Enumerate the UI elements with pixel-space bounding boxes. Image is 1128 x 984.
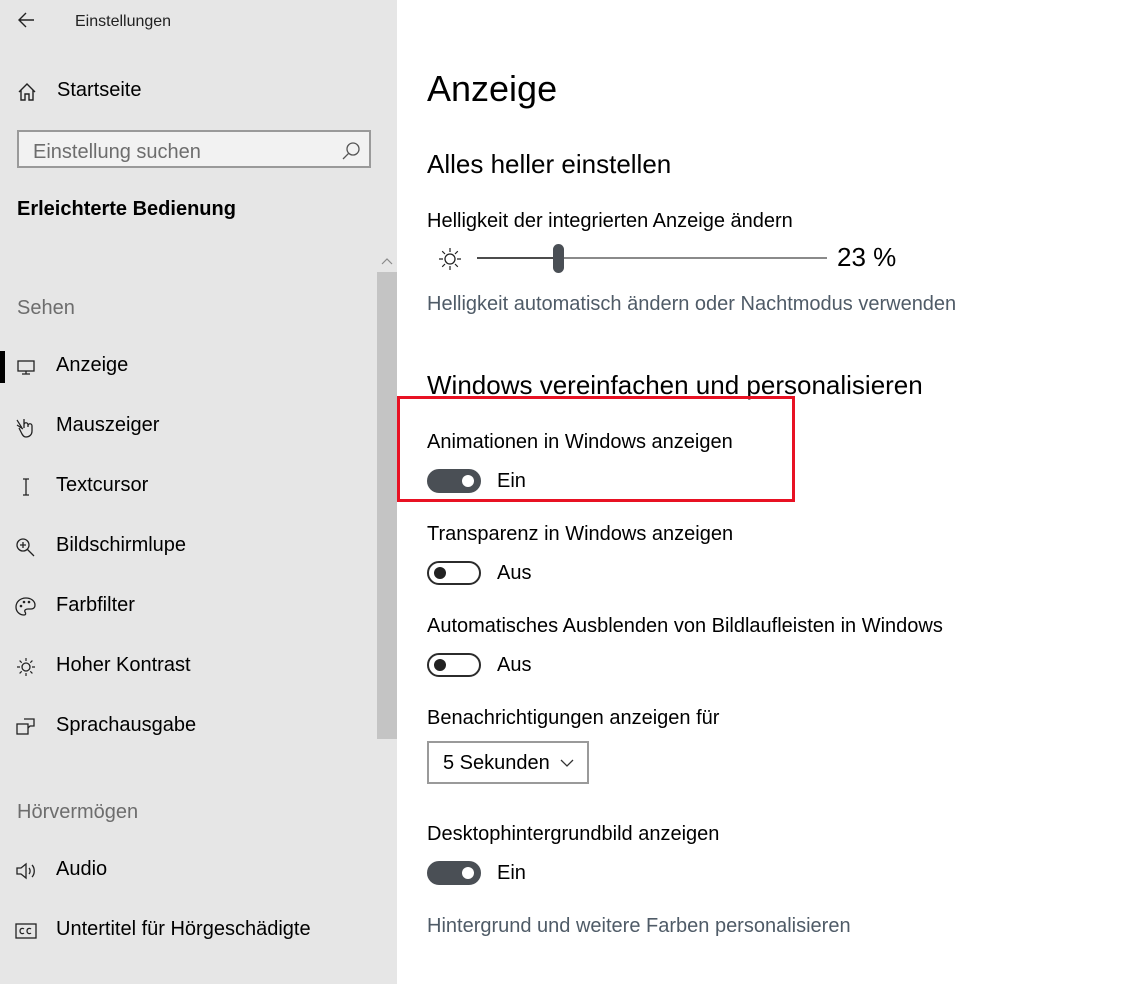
sidebar-item-label: Bildschirmlupe [56,534,187,556]
closed-captions-icon [15,923,37,939]
animations-label: Animationen in Windows anzeigen [427,431,733,453]
group-header-hoervermoegen: Hörvermögen [17,801,139,823]
scroll-up-icon[interactable] [379,254,395,268]
scrollbars-label: Automatisches Ausblenden von Bildlauflei… [427,615,943,637]
transparency-label: Transparenz in Windows anzeigen [427,523,734,545]
home-icon [18,83,36,101]
sidebar-item-farbfilter[interactable]: Farbfilter [0,583,376,631]
dropdown-value: 5 Sekunden [443,752,550,774]
page-title: Anzeige [427,68,558,109]
brightness-slider-thumb[interactable] [553,244,564,273]
sidebar-item-anzeige[interactable]: Anzeige [0,343,376,391]
animations-toggle[interactable] [427,469,481,493]
night-light-link[interactable]: Helligkeit automatisch ändern oder Nacht… [427,293,956,316]
sidebar-item-label: Mauszeiger [56,414,160,436]
animations-state: Ein [497,470,526,492]
sidebar-item-label: Anzeige [56,354,129,376]
search-icon[interactable] [341,141,361,161]
brightness-slider-fill [477,257,558,259]
brightness-label: Helligkeit der integrierten Anzeige ände… [427,210,793,232]
chevron-down-icon [560,759,574,767]
sidebar-item-label: Startseite [57,79,142,101]
monitor-icon [17,360,35,375]
scrollbar-thumb[interactable] [377,272,397,739]
sidebar-item-label: Audio [56,858,108,880]
window-title: Einstellungen [75,13,172,30]
transparency-toggle[interactable] [427,561,481,585]
wallpaper-label: Desktophintergrundbild anzeigen [427,823,720,845]
wallpaper-toggle[interactable] [427,861,481,885]
speaker-icon [16,862,35,880]
scrollbars-state: Aus [497,654,532,676]
sidebar-item-mauszeiger[interactable]: Mauszeiger [0,403,376,451]
sidebar-item-label: Untertitel für Hörgeschädigte [56,918,311,940]
text-cursor-icon [23,478,29,496]
transparency-state: Aus [497,562,532,584]
brightness-slider[interactable] [477,257,827,259]
sidebar-item-textcursor[interactable]: Textcursor [0,463,376,511]
sidebar-item-audio[interactable]: Audio [0,847,376,895]
toggle-knob [462,475,474,487]
magnifier-icon [16,538,35,557]
notifications-label: Benachrichtigungen anzeigen für [427,707,720,729]
personalize-link[interactable]: Hintergrund und weitere Farben personali… [427,915,851,938]
search-box[interactable]: Einstellung suchen [17,130,371,168]
back-arrow-icon [18,12,34,28]
mouse-pointer-icon [16,419,33,438]
sidebar-item-label: Farbfilter [56,594,135,616]
toggle-knob [434,567,446,579]
sidebar-item-bildschirmlupe[interactable]: Bildschirmlupe [0,523,376,571]
sidebar-item-sprachausgabe[interactable]: Sprachausgabe [0,703,376,751]
section-heading: Erleichterte Bedienung [17,198,236,220]
sidebar-item-hoher-kontrast[interactable]: Hoher Kontrast [0,643,376,691]
narrator-icon [16,718,35,735]
search-input[interactable]: Einstellung suchen [33,141,201,164]
notifications-duration-dropdown[interactable]: 5 Sekunden [427,741,589,784]
sidebar-item-untertitel[interactable]: Untertitel für Hörgeschädigte [0,907,376,955]
sidebar-item-label: Textcursor [56,474,149,496]
sidebar: Einstellungen Startseite Einstellung suc… [0,0,397,984]
palette-icon [15,597,36,616]
brightness-sun-icon [439,248,461,270]
back-button[interactable] [14,8,40,32]
brightness-value: 23 % [837,242,897,272]
toggle-knob [434,659,446,671]
scrollbars-toggle[interactable] [427,653,481,677]
brightness-icon [17,658,35,676]
sidebar-item-label: Hoher Kontrast [56,654,191,676]
group-header-sehen: Sehen [17,297,75,319]
sidebar-item-label: Sprachausgabe [56,714,197,736]
wallpaper-state: Ein [497,862,526,884]
brightness-heading: Alles heller einstellen [427,149,672,179]
toggle-knob [462,867,474,879]
sidebar-item-home[interactable]: Startseite [0,72,397,112]
